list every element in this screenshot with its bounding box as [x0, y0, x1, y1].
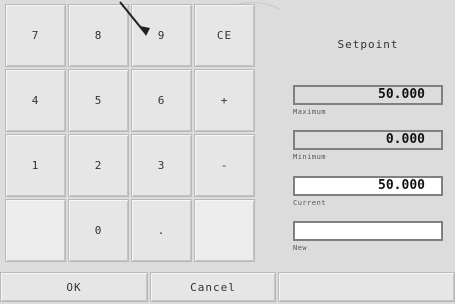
minimum-label: Minimum — [293, 153, 327, 161]
minimum-field: 0.000 — [293, 130, 443, 150]
ok-button[interactable]: OK — [0, 272, 148, 302]
numeric-keypad: 7 8 9 CE 4 5 6 + 1 2 3 - 0 . — [5, 4, 318, 262]
setpoint-dialog: 7 8 9 CE 4 5 6 + 1 2 3 - 0 . Setpoint 50… — [0, 0, 455, 304]
key-plus[interactable]: + — [194, 69, 255, 132]
key-4[interactable]: 4 — [5, 69, 66, 132]
current-label: Current — [293, 199, 327, 207]
dialog-footer: OK Cancel — [0, 272, 455, 304]
maximum-label: Maximum — [293, 108, 327, 116]
maximum-field: 50.000 — [293, 85, 443, 105]
key-0[interactable]: 0 — [68, 199, 129, 262]
pointer-arrow-icon — [119, 1, 150, 36]
key-3[interactable]: 3 — [131, 134, 192, 197]
footer-blank — [278, 272, 455, 302]
new-label: New — [293, 244, 308, 252]
key-blank-right — [194, 199, 255, 262]
current-field: 50.000 — [293, 176, 443, 196]
key-blank-left — [5, 199, 66, 262]
cancel-button[interactable]: Cancel — [150, 272, 276, 302]
key-7[interactable]: 7 — [5, 4, 66, 67]
key-clear-entry[interactable]: CE — [194, 4, 255, 67]
key-6[interactable]: 6 — [131, 69, 192, 132]
panel-title: Setpoint — [337, 38, 399, 51]
key-decimal[interactable]: . — [131, 199, 192, 262]
setpoint-panel: Setpoint 50.000 Maximum 0.000 Minimum 50… — [283, 8, 453, 263]
key-1[interactable]: 1 — [5, 134, 66, 197]
new-value-input[interactable] — [293, 221, 443, 241]
key-5[interactable]: 5 — [68, 69, 129, 132]
key-2[interactable]: 2 — [68, 134, 129, 197]
key-minus[interactable]: - — [194, 134, 255, 197]
